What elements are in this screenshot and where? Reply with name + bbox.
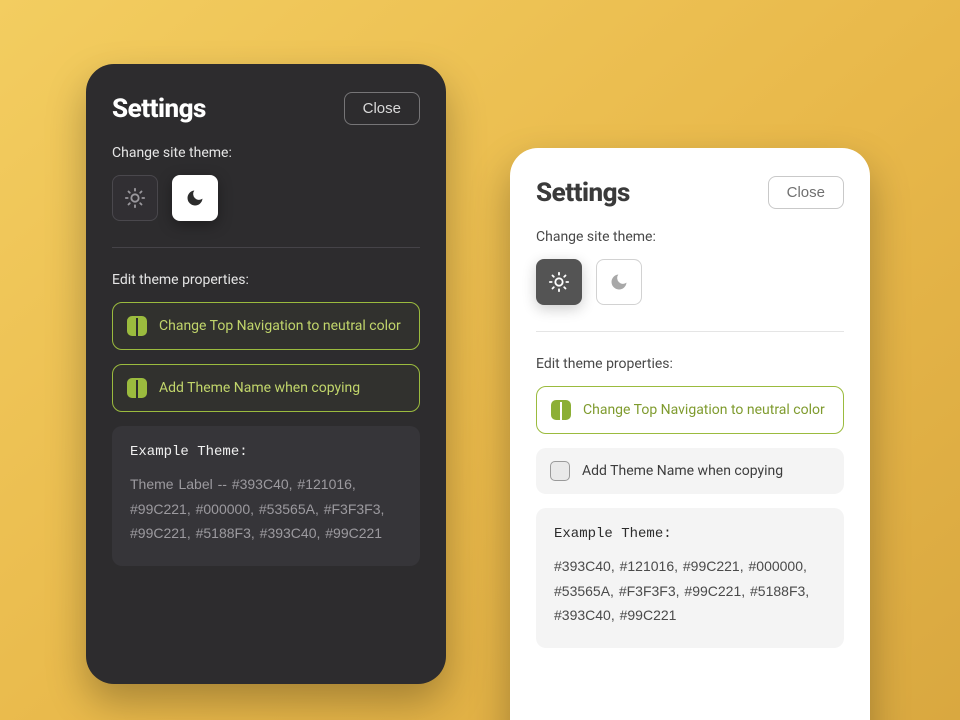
divider bbox=[112, 247, 420, 248]
page-title: Settings bbox=[112, 94, 206, 124]
example-theme-box: Example Theme: #393C40, #121016, #99C221… bbox=[536, 508, 844, 648]
divider bbox=[536, 331, 844, 332]
panel-header: Settings Close bbox=[536, 176, 844, 209]
moon-icon bbox=[609, 272, 629, 292]
close-button[interactable]: Close bbox=[344, 92, 420, 125]
option-neutral-nav[interactable]: Change Top Navigation to neutral color bbox=[536, 386, 844, 434]
checkbox-theme-name-copy[interactable] bbox=[127, 378, 147, 398]
option-neutral-nav[interactable]: Change Top Navigation to neutral color bbox=[112, 302, 420, 350]
example-theme-body: #393C40, #121016, #99C221, #000000, #535… bbox=[554, 554, 826, 628]
option-label: Add Theme Name when copying bbox=[582, 463, 783, 479]
sun-icon bbox=[124, 187, 146, 209]
option-label: Change Top Navigation to neutral color bbox=[159, 318, 401, 334]
panel-header: Settings Close bbox=[112, 92, 420, 125]
dark-theme-button[interactable] bbox=[172, 175, 218, 221]
page-title: Settings bbox=[536, 178, 630, 208]
option-theme-name-copy[interactable]: Add Theme Name when copying bbox=[112, 364, 420, 412]
check-icon bbox=[560, 402, 562, 418]
option-label: Add Theme Name when copying bbox=[159, 380, 360, 396]
settings-panel-dark: Settings Close Change site theme: bbox=[86, 64, 446, 684]
theme-section-label: Change site theme: bbox=[536, 229, 844, 245]
sun-icon bbox=[548, 271, 570, 293]
check-icon bbox=[136, 318, 138, 334]
checkbox-neutral-nav[interactable] bbox=[127, 316, 147, 336]
properties-section-label: Edit theme properties: bbox=[112, 272, 420, 288]
option-label: Change Top Navigation to neutral color bbox=[583, 402, 825, 418]
checkbox-theme-name-copy[interactable] bbox=[550, 461, 570, 481]
example-theme-box: Example Theme: Theme Label -- #393C40, #… bbox=[112, 426, 420, 566]
example-theme-body: Theme Label -- #393C40, #121016, #99C221… bbox=[130, 472, 402, 546]
theme-toggle bbox=[112, 175, 420, 221]
properties-section-label: Edit theme properties: bbox=[536, 356, 844, 372]
dark-theme-button[interactable] bbox=[596, 259, 642, 305]
option-theme-name-copy[interactable]: Add Theme Name when copying bbox=[536, 448, 844, 494]
close-button[interactable]: Close bbox=[768, 176, 844, 209]
example-theme-title: Example Theme: bbox=[130, 444, 402, 460]
check-icon bbox=[136, 380, 138, 396]
theme-section-label: Change site theme: bbox=[112, 145, 420, 161]
settings-panel-light: Settings Close Change site theme: bbox=[510, 148, 870, 720]
moon-icon bbox=[185, 188, 205, 208]
checkbox-neutral-nav[interactable] bbox=[551, 400, 571, 420]
theme-toggle bbox=[536, 259, 844, 305]
light-theme-button[interactable] bbox=[112, 175, 158, 221]
light-theme-button[interactable] bbox=[536, 259, 582, 305]
example-theme-title: Example Theme: bbox=[554, 526, 826, 542]
